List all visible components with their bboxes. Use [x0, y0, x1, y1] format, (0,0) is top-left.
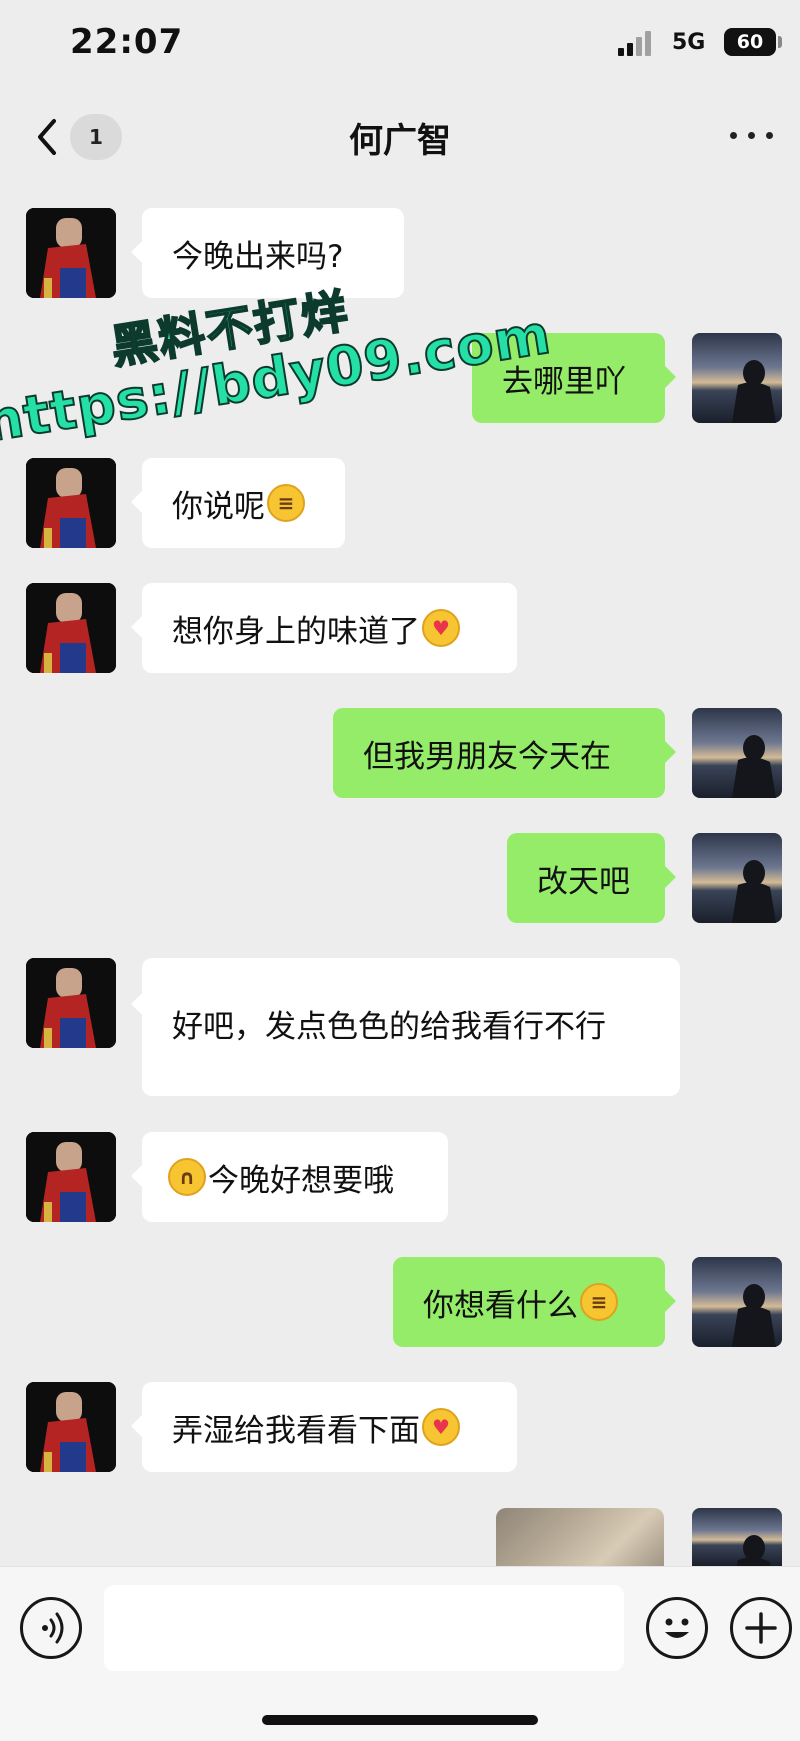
- my-avatar[interactable]: [692, 1508, 782, 1566]
- my-avatar[interactable]: [692, 708, 782, 798]
- message-text: 改天吧: [537, 863, 630, 900]
- signal-icon: [618, 30, 654, 56]
- status-time: 22:07: [70, 22, 184, 62]
- message-bubble-sent[interactable]: 但我男朋友今天在: [333, 708, 676, 798]
- contact-avatar[interactable]: [26, 458, 116, 548]
- status-bar: 22:07 5G 60: [0, 0, 800, 88]
- heart-eyes-emoji: ♥: [422, 609, 460, 647]
- contact-avatar[interactable]: [26, 583, 116, 673]
- my-avatar[interactable]: [692, 833, 782, 923]
- plus-icon[interactable]: [730, 1597, 792, 1659]
- input-bar: [0, 1566, 800, 1741]
- image-message[interactable]: [496, 1508, 664, 1568]
- pouting-emoji: ∩: [168, 1158, 206, 1196]
- battery-tip: [778, 36, 782, 48]
- contact-avatar[interactable]: [26, 1132, 116, 1222]
- message-text: 今晚出来吗?: [172, 238, 344, 275]
- heart-eyes-drool-emoji: ♥: [422, 1408, 460, 1446]
- message-text: 但我男朋友今天在: [363, 738, 611, 775]
- message-bubble[interactable]: 好吧，发点色色的给我看行不行: [131, 958, 680, 1096]
- more-dots-icon[interactable]: [728, 121, 776, 151]
- my-avatar[interactable]: [692, 333, 782, 423]
- nav-bar: 1 何广智: [0, 95, 800, 179]
- contact-avatar[interactable]: [26, 1382, 116, 1472]
- message-text: 今晚好想要哦: [208, 1162, 394, 1199]
- message-bubble[interactable]: 你说呢 ≡: [131, 458, 345, 548]
- grin-squint-emoji: ≡: [580, 1283, 618, 1321]
- message-bubble[interactable]: 想你身上的味道了 ♥: [131, 583, 517, 673]
- contact-avatar[interactable]: [26, 958, 116, 1048]
- my-avatar[interactable]: [692, 1257, 782, 1347]
- home-indicator: [262, 1715, 538, 1725]
- emoji-icon[interactable]: [646, 1597, 708, 1659]
- message-bubble[interactable]: ∩ 今晚好想要哦: [131, 1132, 448, 1222]
- message-text: 好吧，发点色色的给我看行不行: [172, 1009, 606, 1045]
- network-label: 5G: [672, 30, 706, 55]
- contact-avatar[interactable]: [26, 208, 116, 298]
- message-text: 弄湿给我看看下面: [172, 1412, 420, 1449]
- message-text: 你想看什么: [423, 1287, 578, 1324]
- chat-screen: 22:07 5G 60 1 何广智 今晚出来吗? 去哪里吖 你说呢 ≡ 想你身上…: [0, 0, 800, 1741]
- message-bubble-sent[interactable]: 你想看什么 ≡: [393, 1257, 676, 1347]
- message-text: 想你身上的味道了: [172, 613, 420, 650]
- battery-icon: 60: [724, 28, 776, 56]
- voice-icon[interactable]: [20, 1597, 82, 1659]
- chat-title: 何广智: [349, 121, 451, 161]
- message-input[interactable]: [104, 1585, 624, 1671]
- message-text: 你说呢: [172, 488, 265, 525]
- message-bubble[interactable]: 弄湿给我看看下面 ♥: [131, 1382, 517, 1472]
- message-bubble-sent[interactable]: 改天吧: [507, 833, 676, 923]
- grin-emoji: ≡: [267, 484, 305, 522]
